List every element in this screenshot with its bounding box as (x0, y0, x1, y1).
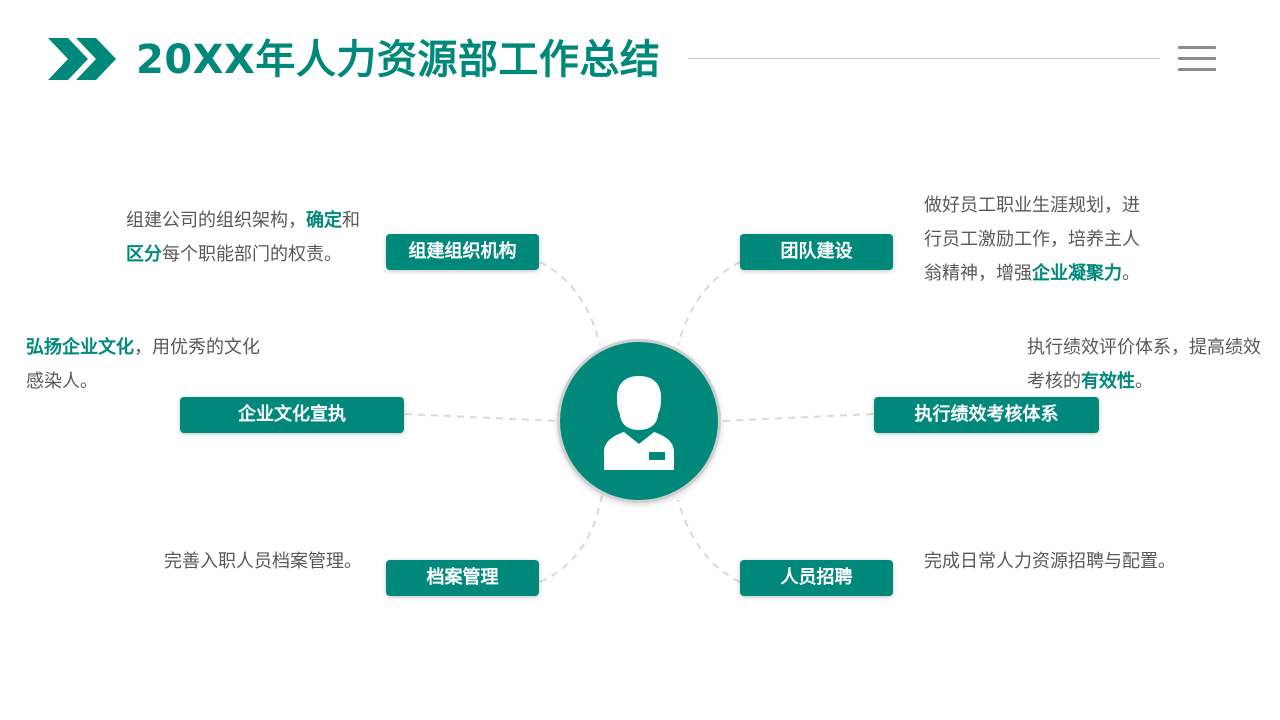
hamburger-menu-icon[interactable] (1178, 46, 1216, 72)
double-chevron-right-icon (48, 38, 116, 80)
node-recruit-button[interactable]: 人员招聘 (740, 560, 893, 596)
center-avatar-circle (557, 339, 721, 503)
node-performance-button[interactable]: 执行绩效考核体系 (874, 397, 1099, 433)
node-recruit-description: 完成日常人力资源招聘与配置。 (924, 551, 1176, 572)
page-title: 20XX年人力资源部工作总结 (136, 37, 661, 83)
user-person-icon (604, 376, 674, 470)
node-archive-button[interactable]: 档案管理 (386, 560, 539, 596)
node-performance-description: 执行绩效评价体系，提高绩效考核的有效性。 (1027, 337, 1261, 392)
node-team-button[interactable]: 团队建设 (740, 234, 893, 270)
node-team-description: 做好员工职业生涯规划，进行员工激励工作，培养主人翁精神，增强企业凝聚力。 (924, 195, 1140, 284)
connector-team (677, 261, 741, 346)
connector-archive (539, 494, 603, 583)
node-org-button[interactable]: 组建组织机构 (386, 234, 539, 270)
connector-org (539, 261, 601, 346)
connector-recruit (677, 499, 741, 583)
connector-culture (404, 413, 558, 422)
title-divider (688, 58, 1160, 59)
node-culture-description: 弘扬企业文化，用优秀的文化感染人。 (26, 337, 260, 392)
node-culture-button[interactable]: 企业文化宣执 (180, 397, 404, 433)
node-org-description: 组建公司的组织架构，确定和区分每个职能部门的权责。 (126, 210, 360, 265)
node-archive-description: 完善入职人员档案管理。 (164, 551, 362, 572)
connector-perf (721, 413, 874, 422)
